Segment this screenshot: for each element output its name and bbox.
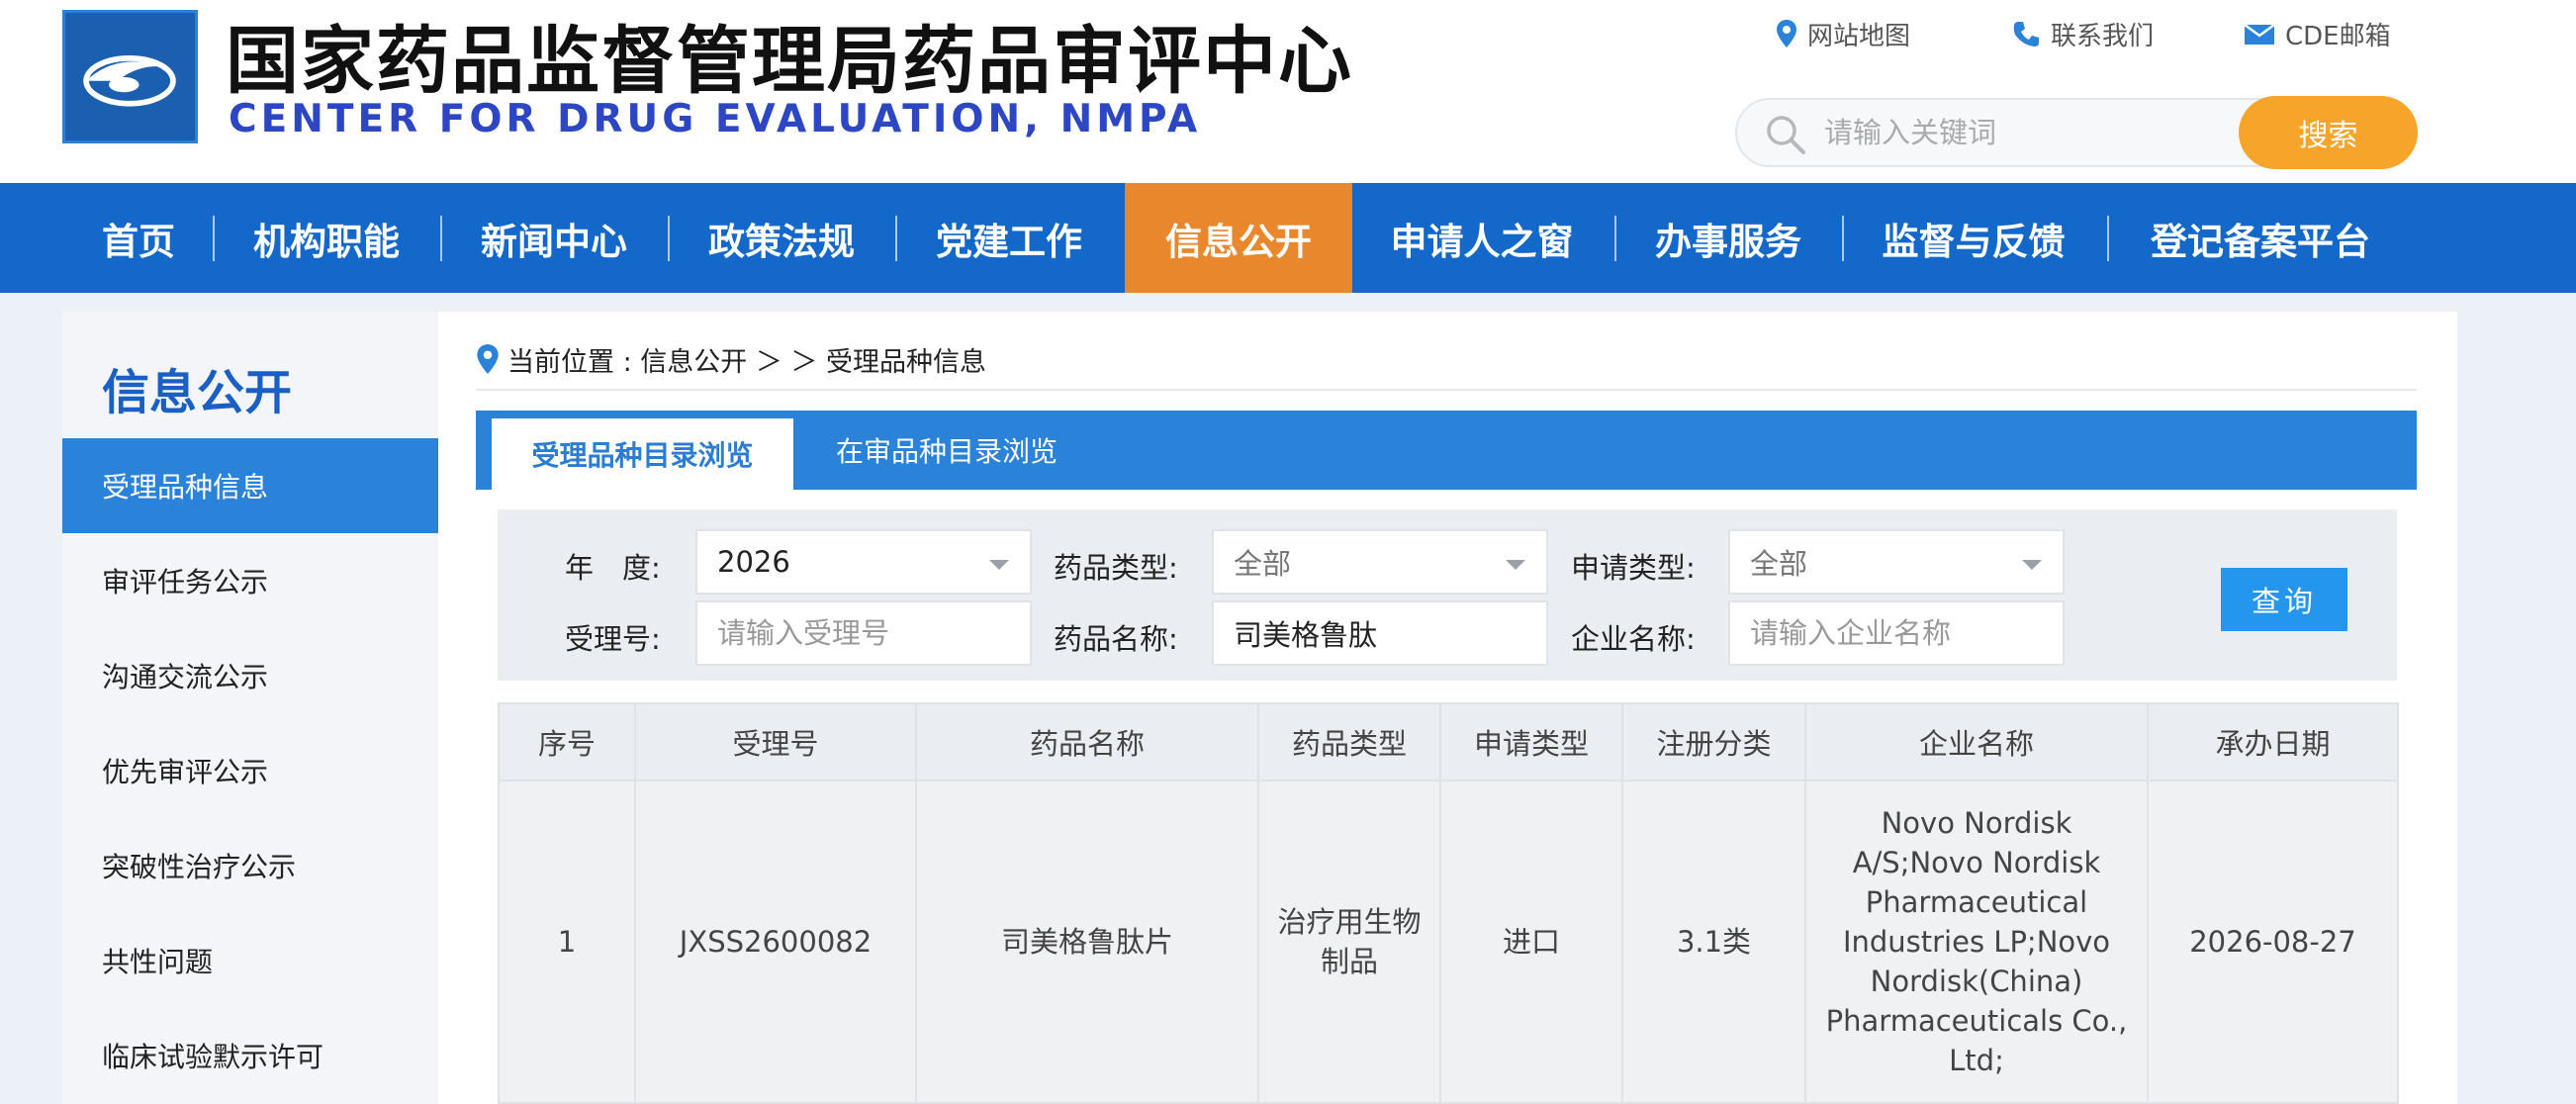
search-icon bbox=[1767, 116, 1805, 154]
nav-item-news[interactable]: 新闻中心 bbox=[453, 183, 655, 293]
cell-reg-class: 3.1类 bbox=[1621, 780, 1806, 1104]
col-header-date: 承办日期 bbox=[2147, 702, 2399, 782]
col-header-reg-class: 注册分类 bbox=[1621, 702, 1806, 782]
accept-no-input[interactable] bbox=[717, 616, 1014, 650]
cell-drug-type: 治疗用生物制品 bbox=[1257, 780, 1441, 1104]
col-header-accept-no: 受理号 bbox=[634, 702, 917, 782]
tab-accepted-catalog[interactable]: 受理品种目录浏览 bbox=[492, 418, 793, 490]
col-header-apply-type: 申请类型 bbox=[1439, 702, 1623, 782]
col-header-no: 序号 bbox=[498, 702, 636, 782]
search-input[interactable] bbox=[1824, 110, 2220, 155]
sidebar: 信息公开 受理品种信息 审评任务公示 沟通交流公示 优先审评公示 突破性治疗公示… bbox=[62, 312, 438, 1104]
cell-apply-type: 进口 bbox=[1439, 780, 1623, 1104]
nav-item-info-disclosure[interactable]: 信息公开 bbox=[1125, 183, 1352, 293]
mail-icon bbox=[2244, 23, 2275, 45]
nav-divider bbox=[2107, 216, 2109, 261]
drug-name-field bbox=[1212, 600, 1548, 666]
sidebar-title: 信息公开 bbox=[102, 365, 293, 420]
nav-divider bbox=[213, 216, 215, 261]
chevron-down-icon bbox=[2022, 560, 2042, 570]
drug-name-input[interactable] bbox=[1234, 616, 1530, 650]
drug-type-select[interactable]: 全部 bbox=[1212, 529, 1548, 595]
cell-accept-no: JXSS2600082 bbox=[634, 780, 917, 1104]
cell-no: 1 bbox=[498, 780, 636, 1104]
accept-no-label: 受理号: bbox=[565, 622, 661, 656]
breadcrumb-text: 当前位置 : 信息公开 ＞ ＞ 受理品种信息 bbox=[507, 346, 987, 378]
drug-type-label: 药品类型: bbox=[1054, 551, 1178, 585]
cell-company: Novo Nordisk A/S;Novo Nordisk Pharmaceut… bbox=[1804, 780, 2149, 1104]
year-select[interactable]: 2026 bbox=[695, 529, 1032, 595]
site-header: 国家药品监督管理局药品审评中心 CENTER FOR DRUG EVALUATI… bbox=[0, 0, 2576, 183]
tab-bar: 受理品种目录浏览 在审品种目录浏览 bbox=[476, 411, 2417, 490]
sidebar-item-review-tasks[interactable]: 审评任务公示 bbox=[62, 533, 438, 628]
main-panel: 当前位置 : 信息公开 ＞ ＞ 受理品种信息 受理品种目录浏览 在审品种目录浏览… bbox=[438, 312, 2457, 1104]
filter-panel: 年 度: 2026 药品类型: 全部 申请类型: 全部 受理号: 药品名称: 企… bbox=[498, 509, 2397, 681]
table-row[interactable]: 1 JXSS2600082 司美格鲁肽片 治疗用生物制品 进口 3.1类 Nov… bbox=[498, 780, 2399, 1104]
nav-divider bbox=[1842, 216, 1844, 261]
sidebar-item-accepted-varieties[interactable]: 受理品种信息 bbox=[62, 438, 438, 533]
sitemap-link[interactable]: 网站地图 bbox=[1776, 18, 1911, 51]
company-label: 企业名称: bbox=[1571, 622, 1696, 656]
col-header-company: 企业名称 bbox=[1804, 702, 2149, 782]
accept-no-field bbox=[695, 600, 1032, 666]
apply-type-value: 全部 bbox=[1750, 547, 1808, 581]
tab-under-review-catalog[interactable]: 在审品种目录浏览 bbox=[818, 411, 1075, 490]
sidebar-item-priority-review[interactable]: 优先审评公示 bbox=[62, 723, 438, 818]
company-input[interactable] bbox=[1750, 616, 2047, 650]
location-pin-icon bbox=[1777, 20, 1796, 47]
table-header-row: 序号 受理号 药品名称 药品类型 申请类型 注册分类 企业名称 承办日期 bbox=[498, 702, 2399, 782]
logo-icon bbox=[65, 13, 195, 140]
nav-item-registration-platform[interactable]: 登记备案平台 bbox=[2120, 183, 2401, 293]
mail-link[interactable]: CDE邮箱 bbox=[2244, 18, 2391, 51]
results-table: 序号 受理号 药品名称 药品类型 申请类型 注册分类 企业名称 承办日期 1 J… bbox=[498, 702, 2399, 1104]
breadcrumb-divider bbox=[476, 389, 2417, 391]
drug-type-value: 全部 bbox=[1234, 547, 1292, 581]
location-pin-icon bbox=[477, 344, 499, 374]
cell-drug-name: 司美格鲁肽片 bbox=[915, 780, 1259, 1104]
nav-divider bbox=[895, 216, 897, 261]
nav-item-applicant-window[interactable]: 申请人之窗 bbox=[1363, 183, 1601, 293]
company-field bbox=[1728, 600, 2065, 666]
nav-item-home[interactable]: 首页 bbox=[77, 183, 200, 293]
sitemap-label: 网站地图 bbox=[1807, 21, 1911, 51]
chevron-down-icon bbox=[1506, 560, 1525, 570]
breadcrumb: 当前位置 : 信息公开 ＞ ＞ 受理品种信息 bbox=[476, 339, 986, 379]
query-button[interactable]: 查询 bbox=[2221, 568, 2347, 631]
nav-item-services[interactable]: 办事服务 bbox=[1627, 183, 1829, 293]
sidebar-item-communication[interactable]: 沟通交流公示 bbox=[62, 628, 438, 723]
search-button[interactable]: 搜索 bbox=[2239, 96, 2418, 169]
site-subtitle: CENTER FOR DRUG EVALUATION, NMPA bbox=[229, 97, 1202, 141]
nav-item-policy[interactable]: 政策法规 bbox=[681, 183, 882, 293]
apply-type-label: 申请类型: bbox=[1571, 551, 1696, 585]
nav-divider bbox=[1614, 216, 1616, 261]
col-header-drug-name: 药品名称 bbox=[915, 702, 1259, 782]
chevron-down-icon bbox=[989, 560, 1009, 570]
sidebar-item-common-issues[interactable]: 共性问题 bbox=[62, 913, 438, 1008]
nav-item-party[interactable]: 党建工作 bbox=[908, 183, 1110, 293]
year-label: 年 度: bbox=[565, 551, 661, 585]
col-header-drug-type: 药品类型 bbox=[1257, 702, 1441, 782]
year-value: 2026 bbox=[717, 545, 790, 579]
nav-item-functions[interactable]: 机构职能 bbox=[226, 183, 427, 293]
cde-logo[interactable] bbox=[62, 10, 198, 143]
cell-date: 2026-08-27 bbox=[2147, 780, 2399, 1104]
sidebar-item-clinical-trial-permit[interactable]: 临床试验默示许可 bbox=[62, 1008, 438, 1103]
sidebar-item-breakthrough[interactable]: 突破性治疗公示 bbox=[62, 818, 438, 913]
phone-icon bbox=[2013, 22, 2039, 46]
main-nav: 首页 机构职能 新闻中心 政策法规 党建工作 信息公开 申请人之窗 办事服务 监… bbox=[0, 183, 2576, 293]
nav-divider bbox=[668, 216, 670, 261]
drug-name-label: 药品名称: bbox=[1054, 622, 1178, 656]
mail-label: CDE邮箱 bbox=[2285, 21, 2391, 51]
site-title: 国家药品监督管理局药品审评中心 bbox=[226, 19, 1353, 104]
nav-item-supervision[interactable]: 监督与反馈 bbox=[1855, 183, 2092, 293]
contact-label: 联系我们 bbox=[2051, 21, 2155, 51]
apply-type-select[interactable]: 全部 bbox=[1728, 529, 2065, 595]
nav-divider bbox=[440, 216, 442, 261]
contact-link[interactable]: 联系我们 bbox=[2011, 18, 2155, 51]
